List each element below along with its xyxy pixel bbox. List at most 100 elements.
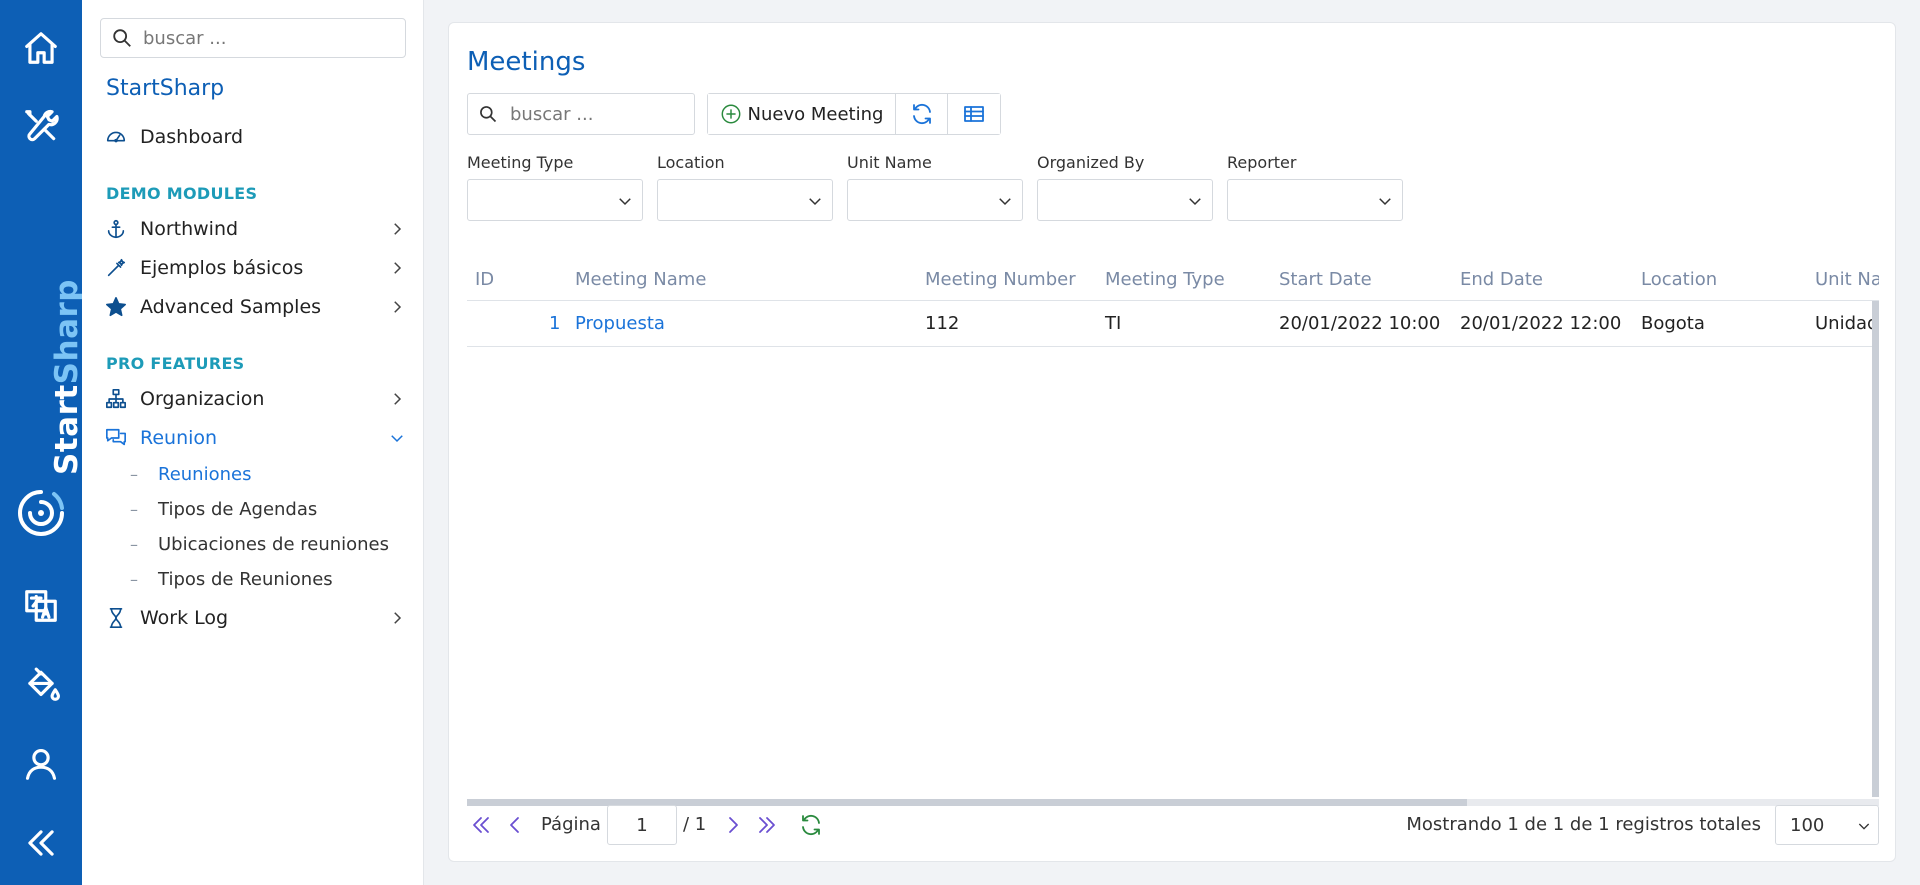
previous-page-button[interactable]: [503, 813, 527, 837]
nav-item-work-log[interactable]: Work Log: [100, 600, 406, 636]
cell-start-date: 20/01/2022 10:00: [1279, 313, 1441, 334]
nav-item-northwind[interactable]: Northwind: [100, 211, 406, 247]
sub-item-label: Tipos de Reuniones: [158, 568, 333, 590]
section-pro-features: PRO FEATURES: [106, 354, 245, 373]
add-circle-icon: [721, 104, 740, 124]
chevron-down-icon: [619, 198, 631, 206]
left-rail: StartSharp: [0, 0, 85, 885]
page-total: / 1: [683, 814, 707, 835]
sub-item-meeting-types[interactable]: – Tipos de Reuniones: [130, 564, 333, 594]
column-header-location[interactable]: Location: [1641, 269, 1717, 290]
filter-reporter-select[interactable]: [1227, 179, 1403, 221]
filter-label: Reporter: [1227, 153, 1297, 172]
sub-item-dash: –: [130, 464, 138, 484]
search-icon: [480, 106, 497, 123]
column-header-start-date[interactable]: Start Date: [1279, 269, 1372, 290]
sub-item-dash: –: [130, 499, 138, 519]
chat-icon: [104, 426, 128, 450]
refresh-button[interactable]: [896, 94, 948, 134]
next-page-button[interactable]: [721, 813, 745, 837]
nav-item-organization[interactable]: Organizacion: [100, 381, 406, 417]
chevron-right-icon: [388, 390, 406, 408]
chevron-right-icon: [729, 817, 738, 833]
new-meeting-button[interactable]: Nuevo Meeting: [708, 94, 896, 134]
last-page-button[interactable]: [755, 813, 779, 837]
toolbar-buttons: Nuevo Meeting: [707, 93, 1001, 135]
nav-item-advanced-samples[interactable]: Advanced Samples: [100, 289, 406, 325]
sidebar-search-input[interactable]: [143, 27, 393, 49]
cell-id[interactable]: 1: [549, 313, 560, 334]
chevron-down-icon: [1858, 823, 1870, 830]
cell-meeting-name[interactable]: Propuesta: [575, 313, 665, 334]
nav-item-meeting[interactable]: Reunion: [100, 420, 406, 456]
double-chevron-right-icon: [759, 817, 775, 833]
table-row[interactable]: 1 Propuesta 112 TI 20/01/2022 10:00 20/0…: [467, 301, 1879, 347]
filter-location-select[interactable]: [657, 179, 833, 221]
sub-item-meeting-locations[interactable]: – Ubicaciones de reuniones: [130, 529, 389, 559]
star-icon: [104, 295, 128, 319]
filter-label: Location: [657, 153, 725, 172]
sub-item-agenda-types[interactable]: – Tipos de Agendas: [130, 494, 317, 524]
paint-bucket-icon[interactable]: [0, 655, 82, 715]
chevron-down-icon: [1189, 198, 1201, 206]
filter-location: Location: [657, 153, 833, 221]
pager: Página / 1 Mostrando 1 de 1 de 1 registr…: [467, 803, 1879, 847]
translate-icon[interactable]: [0, 576, 82, 636]
chevron-down-icon: [1379, 198, 1391, 206]
user-icon[interactable]: [0, 734, 82, 794]
nav-item-basic-samples[interactable]: Ejemplos básicos: [100, 250, 406, 286]
cell-location: Bogota: [1641, 313, 1705, 334]
speedometer-icon: [104, 125, 128, 149]
tools-icon[interactable]: [0, 96, 82, 156]
brand-word-sharp: Sharp: [49, 279, 85, 385]
grid-search: [467, 93, 695, 135]
column-header-id[interactable]: ID: [475, 269, 494, 290]
filter-organized-by-select[interactable]: [1037, 179, 1213, 221]
magic-wand-icon: [104, 256, 128, 280]
table-icon: [964, 106, 984, 122]
section-demo-modules: DEMO MODULES: [106, 184, 258, 203]
brand-word-start: Start: [49, 384, 85, 475]
nav-item-label: Northwind: [140, 218, 239, 240]
chevron-right-icon: [388, 298, 406, 316]
brand-logo: [14, 486, 68, 540]
filter-label: Organized By: [1037, 153, 1145, 172]
sidebar-search: [100, 18, 406, 58]
column-header-meeting-type[interactable]: Meeting Type: [1105, 269, 1225, 290]
grid-header: ID Meeting Name Meeting Number Meeting T…: [467, 257, 1879, 301]
column-header-meeting-name[interactable]: Meeting Name: [575, 269, 706, 290]
column-header-meeting-number[interactable]: Meeting Number: [925, 269, 1076, 290]
cell-meeting-number: 112: [925, 313, 960, 334]
chevron-down-icon: [999, 198, 1011, 206]
sub-item-label: Reuniones: [158, 463, 252, 485]
records-status: Mostrando 1 de 1 de 1 registros totales: [1406, 814, 1761, 835]
first-page-button[interactable]: [469, 813, 493, 837]
column-header-unit-name[interactable]: Unit Name: [1815, 269, 1879, 290]
refresh-icon: [912, 103, 931, 125]
page-size-select[interactable]: 100: [1775, 805, 1879, 845]
grid-search-input[interactable]: [510, 103, 690, 125]
page-label: Página: [541, 814, 601, 835]
column-header-end-date[interactable]: End Date: [1460, 269, 1543, 290]
search-icon: [113, 29, 131, 47]
pager-refresh-button[interactable]: [799, 813, 823, 837]
filter-label: Meeting Type: [467, 153, 574, 172]
filter-meeting-type-select[interactable]: [467, 179, 643, 221]
sub-item-label: Tipos de Agendas: [158, 498, 318, 520]
sidebar: StartSharp Dashboard DEMO MODULES Northw…: [82, 0, 424, 885]
sitemap-icon: [104, 387, 128, 411]
collapse-icon[interactable]: [0, 813, 82, 873]
vertical-scrollbar[interactable]: [1872, 301, 1879, 797]
double-chevron-left-icon: [473, 817, 489, 833]
filter-label: Unit Name: [847, 153, 932, 172]
home-icon[interactable]: [0, 18, 82, 78]
grid-viewport: ID Meeting Name Meeting Number Meeting T…: [467, 257, 1879, 349]
column-picker-button[interactable]: [948, 94, 1000, 134]
hourglass-icon: [104, 606, 128, 630]
filter-unit-name-select[interactable]: [847, 179, 1023, 221]
page-number-input[interactable]: [607, 805, 677, 845]
sub-item-meetings[interactable]: – Reuniones: [130, 459, 251, 489]
filter-organized-by: Organized By: [1037, 153, 1213, 221]
nav-item-dashboard[interactable]: Dashboard: [100, 119, 406, 155]
chevron-right-icon: [388, 609, 406, 627]
